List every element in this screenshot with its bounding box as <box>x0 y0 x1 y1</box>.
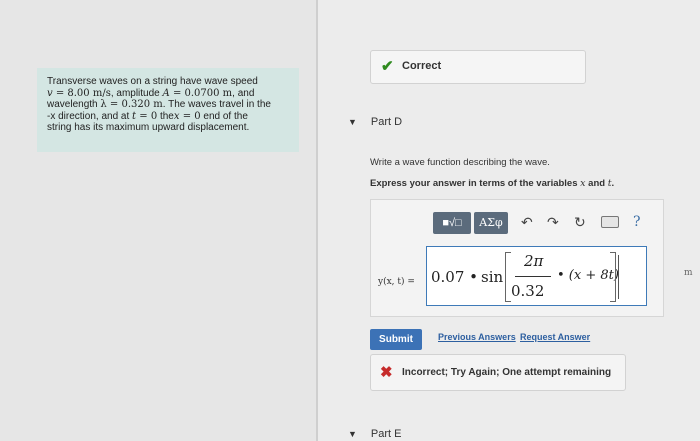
part-d-header[interactable]: ▼ Part D <box>348 116 402 128</box>
problem-text: end of the <box>200 110 248 122</box>
express-text: Express your answer in terms of the vari… <box>370 178 581 189</box>
problem-line-3: wavelength λ = 0.320 m. The waves travel… <box>47 99 291 111</box>
part-e-header[interactable]: ▼ Part E <box>348 428 402 440</box>
problem-text: wavelength <box>47 99 101 110</box>
incorrect-feedback: ✖ Incorrect; Try Again; One attempt rema… <box>370 354 626 391</box>
answer-sin: sin <box>481 268 504 286</box>
answer-numerator: 2π <box>524 252 544 270</box>
part-e-label: Part E <box>370 428 402 440</box>
incorrect-label: Incorrect; Try Again; One attempt remain… <box>402 367 612 378</box>
position-value: = 0 <box>179 110 201 122</box>
collapse-triangle-icon[interactable]: ▼ <box>348 117 357 127</box>
answer-panel: ■√□ AΣφ ↶ ↷ ↻ ? y(x, t) = 0.07 • sin 2π … <box>370 199 664 317</box>
part-d-label: Part D <box>370 116 403 128</box>
problem-line-5: string has its maximum upward displaceme… <box>47 122 291 134</box>
undo-icon[interactable]: ↶ <box>521 214 533 231</box>
problem-text: , amplitude <box>110 87 163 99</box>
problem-text: . The waves travel in the <box>162 99 271 110</box>
side-mark: m <box>684 268 693 278</box>
request-answer-link[interactable]: Request Answer <box>520 332 590 342</box>
reset-icon[interactable]: ↻ <box>574 214 586 231</box>
amplitude-value: = 0.0700 m <box>169 87 233 99</box>
left-panel <box>0 0 316 441</box>
correct-label: Correct <box>402 60 442 72</box>
answer-lhs: y(x, t) = <box>378 277 415 287</box>
problem-line-4: -x direction, and at t = 0 thex = 0 end … <box>47 111 291 123</box>
express-text: . <box>611 178 615 189</box>
answer-coefficient: 0.07 • <box>431 268 479 286</box>
text-cursor <box>618 255 619 299</box>
wave-speed-value: = 8.00 m/s <box>52 87 111 99</box>
problem-line-2: v = 8.00 m/s, amplitude A = 0.0700 m, an… <box>47 88 291 100</box>
problem-text: string has its maximum upward displaceme… <box>47 122 250 133</box>
bracket-right <box>610 252 616 302</box>
redo-icon[interactable]: ↷ <box>547 214 559 231</box>
problem-text: the <box>157 110 174 122</box>
problem-text: , and <box>232 87 255 99</box>
time-value: = 0 <box>136 110 158 122</box>
wavelength-value: = 0.320 m <box>106 99 163 110</box>
x-icon: ✖ <box>380 364 393 381</box>
problem-text: -x direction, and at <box>47 110 133 122</box>
templates-button[interactable]: ■√□ <box>433 212 471 234</box>
var-a: A <box>162 87 170 99</box>
previous-answers-link[interactable]: Previous Answers <box>438 332 516 342</box>
submit-button[interactable]: Submit <box>370 329 422 350</box>
collapse-triangle-icon[interactable]: ▼ <box>348 429 357 439</box>
express-instruction: Express your answer in terms of the vari… <box>370 178 614 189</box>
check-icon: ✔ <box>381 58 394 75</box>
problem-statement: Transverse waves on a string have wave s… <box>37 68 299 152</box>
greek-symbols-button[interactable]: AΣφ <box>474 212 508 234</box>
answer-denominator: 0.32 <box>511 282 545 300</box>
problem-text: Transverse waves on a string have wave s… <box>47 76 258 87</box>
answer-input[interactable]: 0.07 • sin 2π 0.32 • (x + 8t) <box>426 246 647 306</box>
keyboard-icon[interactable] <box>601 216 619 228</box>
fraction-line <box>515 276 551 277</box>
problem-line-1: Transverse waves on a string have wave s… <box>47 76 291 88</box>
correct-feedback: ✔ Correct <box>370 50 586 84</box>
help-icon[interactable]: ? <box>633 214 641 230</box>
part-d-instruction: Write a wave function describing the wav… <box>370 157 550 168</box>
express-text: and <box>585 178 608 189</box>
